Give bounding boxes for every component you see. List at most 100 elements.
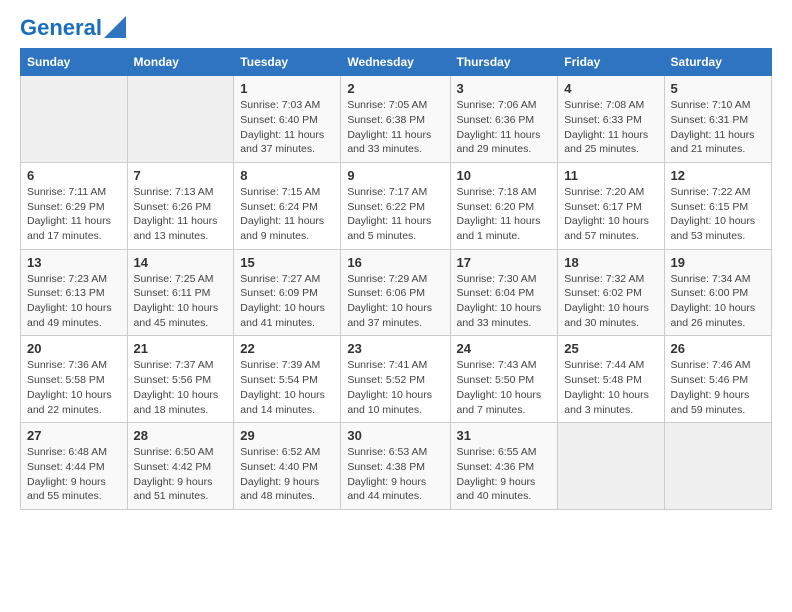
cell-info: Sunrise: 6:48 AM Sunset: 4:44 PM Dayligh… (27, 445, 121, 504)
day-number: 16 (347, 255, 443, 270)
calendar-week-4: 27 Sunrise: 6:48 AM Sunset: 4:44 PM Dayli… (21, 423, 772, 510)
cell-info: Sunrise: 7:41 AM Sunset: 5:52 PM Dayligh… (347, 358, 443, 417)
header-area: General (20, 16, 772, 40)
day-number: 25 (564, 341, 657, 356)
day-number: 9 (347, 168, 443, 183)
day-number: 22 (240, 341, 334, 356)
header-day-saturday: Saturday (664, 49, 771, 76)
cell-info: Sunrise: 7:34 AM Sunset: 6:00 PM Dayligh… (671, 272, 765, 331)
calendar-cell: 30Sunrise: 6:53 AM Sunset: 4:38 PM Dayli… (341, 423, 450, 510)
calendar-cell: 21Sunrise: 7:37 AM Sunset: 5:56 PM Dayli… (127, 336, 234, 423)
day-number: 10 (457, 168, 552, 183)
calendar-cell: 10 Sunrise: 7:18 AM Sunset: 6:20 PM Dayli… (450, 162, 558, 249)
day-number: 30 (347, 428, 443, 443)
header-day-sunday: Sunday (21, 49, 128, 76)
calendar-cell: 28Sunrise: 6:50 AM Sunset: 4:42 PM Dayli… (127, 423, 234, 510)
calendar-cell: 22 Sunrise: 7:39 AM Sunset: 5:54 PM Dayli… (234, 336, 341, 423)
day-number: 8 (240, 168, 334, 183)
calendar-cell: 3Sunrise: 7:06 AM Sunset: 6:36 PM Daylig… (450, 76, 558, 163)
cell-info: Sunrise: 7:08 AM Sunset: 6:33 PM Dayligh… (564, 98, 657, 157)
calendar-cell: 17 Sunrise: 7:30 AM Sunset: 6:04 PM Dayli… (450, 249, 558, 336)
day-number: 13 (27, 255, 121, 270)
calendar-cell: 13 Sunrise: 7:23 AM Sunset: 6:13 PM Dayli… (21, 249, 128, 336)
calendar-body: 1Sunrise: 7:03 AM Sunset: 6:40 PM Daylig… (21, 76, 772, 510)
header-day-monday: Monday (127, 49, 234, 76)
cell-info: Sunrise: 7:46 AM Sunset: 5:46 PM Dayligh… (671, 358, 765, 417)
day-number: 6 (27, 168, 121, 183)
header-day-friday: Friday (558, 49, 664, 76)
day-number: 29 (240, 428, 334, 443)
cell-info: Sunrise: 7:30 AM Sunset: 6:04 PM Dayligh… (457, 272, 552, 331)
logo-general: General (20, 15, 102, 40)
day-number: 27 (27, 428, 121, 443)
cell-info: Sunrise: 7:22 AM Sunset: 6:15 PM Dayligh… (671, 185, 765, 244)
cell-info: Sunrise: 7:32 AM Sunset: 6:02 PM Dayligh… (564, 272, 657, 331)
calendar-cell: 19 Sunrise: 7:34 AM Sunset: 6:00 PM Dayli… (664, 249, 771, 336)
day-number: 24 (457, 341, 552, 356)
cell-info: Sunrise: 7:27 AM Sunset: 6:09 PM Dayligh… (240, 272, 334, 331)
cell-info: Sunrise: 6:55 AM Sunset: 4:36 PM Dayligh… (457, 445, 552, 504)
header-row: SundayMondayTuesdayWednesdayThursdayFrid… (21, 49, 772, 76)
day-number: 7 (134, 168, 228, 183)
day-number: 2 (347, 81, 443, 96)
day-number: 5 (671, 81, 765, 96)
day-number: 4 (564, 81, 657, 96)
cell-info: Sunrise: 7:17 AM Sunset: 6:22 PM Dayligh… (347, 185, 443, 244)
day-number: 28 (134, 428, 228, 443)
cell-info: Sunrise: 7:10 AM Sunset: 6:31 PM Dayligh… (671, 98, 765, 157)
day-number: 14 (134, 255, 228, 270)
cell-info: Sunrise: 7:43 AM Sunset: 5:50 PM Dayligh… (457, 358, 552, 417)
calendar-cell: 4 Sunrise: 7:08 AM Sunset: 6:33 PM Daylig… (558, 76, 664, 163)
logo-arrow-icon (104, 16, 126, 38)
calendar-cell: 25Sunrise: 7:44 AM Sunset: 5:48 PM Dayli… (558, 336, 664, 423)
day-number: 31 (457, 428, 552, 443)
cell-info: Sunrise: 7:39 AM Sunset: 5:54 PM Dayligh… (240, 358, 334, 417)
calendar-cell: 7 Sunrise: 7:13 AM Sunset: 6:26 PM Daylig… (127, 162, 234, 249)
calendar-cell: 29 Sunrise: 6:52 AM Sunset: 4:40 PM Dayli… (234, 423, 341, 510)
cell-info: Sunrise: 7:36 AM Sunset: 5:58 PM Dayligh… (27, 358, 121, 417)
calendar-cell: 9 Sunrise: 7:17 AM Sunset: 6:22 PM Daylig… (341, 162, 450, 249)
calendar-cell: 26 Sunrise: 7:46 AM Sunset: 5:46 PM Dayli… (664, 336, 771, 423)
day-number: 12 (671, 168, 765, 183)
calendar-cell: 2Sunrise: 7:05 AM Sunset: 6:38 PM Daylig… (341, 76, 450, 163)
calendar-cell: 16 Sunrise: 7:29 AM Sunset: 6:06 PM Dayli… (341, 249, 450, 336)
calendar-week-3: 20 Sunrise: 7:36 AM Sunset: 5:58 PM Dayli… (21, 336, 772, 423)
cell-info: Sunrise: 7:23 AM Sunset: 6:13 PM Dayligh… (27, 272, 121, 331)
cell-info: Sunrise: 7:29 AM Sunset: 6:06 PM Dayligh… (347, 272, 443, 331)
day-number: 17 (457, 255, 552, 270)
calendar-cell (558, 423, 664, 510)
cell-info: Sunrise: 7:06 AM Sunset: 6:36 PM Dayligh… (457, 98, 552, 157)
day-number: 1 (240, 81, 334, 96)
calendar-cell: 20 Sunrise: 7:36 AM Sunset: 5:58 PM Dayli… (21, 336, 128, 423)
calendar-cell: 31 Sunrise: 6:55 AM Sunset: 4:36 PM Dayli… (450, 423, 558, 510)
cell-info: Sunrise: 7:25 AM Sunset: 6:11 PM Dayligh… (134, 272, 228, 331)
header-day-tuesday: Tuesday (234, 49, 341, 76)
calendar-cell: 12 Sunrise: 7:22 AM Sunset: 6:15 PM Dayli… (664, 162, 771, 249)
day-number: 20 (27, 341, 121, 356)
day-number: 11 (564, 168, 657, 183)
calendar-cell: 23Sunrise: 7:41 AM Sunset: 5:52 PM Dayli… (341, 336, 450, 423)
cell-info: Sunrise: 7:13 AM Sunset: 6:26 PM Dayligh… (134, 185, 228, 244)
header-day-thursday: Thursday (450, 49, 558, 76)
calendar-cell: 14 Sunrise: 7:25 AM Sunset: 6:11 PM Dayli… (127, 249, 234, 336)
calendar-cell (21, 76, 128, 163)
calendar-cell: 15 Sunrise: 7:27 AM Sunset: 6:09 PM Dayli… (234, 249, 341, 336)
calendar-table: SundayMondayTuesdayWednesdayThursdayFrid… (20, 48, 772, 510)
day-number: 21 (134, 341, 228, 356)
calendar-cell: 5 Sunrise: 7:10 AM Sunset: 6:31 PM Daylig… (664, 76, 771, 163)
cell-info: Sunrise: 7:18 AM Sunset: 6:20 PM Dayligh… (457, 185, 552, 244)
calendar-cell (664, 423, 771, 510)
day-number: 19 (671, 255, 765, 270)
calendar-cell: 6 Sunrise: 7:11 AM Sunset: 6:29 PM Daylig… (21, 162, 128, 249)
calendar-cell: 24 Sunrise: 7:43 AM Sunset: 5:50 PM Dayli… (450, 336, 558, 423)
calendar-cell: 1Sunrise: 7:03 AM Sunset: 6:40 PM Daylig… (234, 76, 341, 163)
day-number: 15 (240, 255, 334, 270)
calendar-cell: 18Sunrise: 7:32 AM Sunset: 6:02 PM Dayli… (558, 249, 664, 336)
day-number: 26 (671, 341, 765, 356)
calendar-week-2: 13 Sunrise: 7:23 AM Sunset: 6:13 PM Dayli… (21, 249, 772, 336)
cell-info: Sunrise: 7:11 AM Sunset: 6:29 PM Dayligh… (27, 185, 121, 244)
cell-info: Sunrise: 6:52 AM Sunset: 4:40 PM Dayligh… (240, 445, 334, 504)
logo-text: General (20, 16, 102, 40)
cell-info: Sunrise: 7:15 AM Sunset: 6:24 PM Dayligh… (240, 185, 334, 244)
cell-info: Sunrise: 7:20 AM Sunset: 6:17 PM Dayligh… (564, 185, 657, 244)
